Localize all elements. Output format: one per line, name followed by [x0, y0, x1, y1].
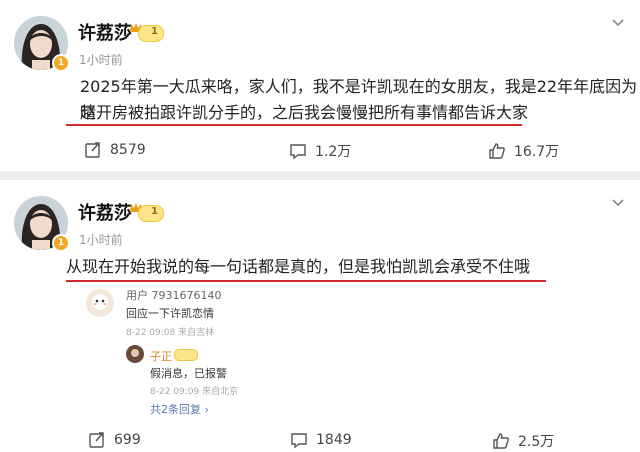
commenter-name: 用户 7931676140: [126, 289, 222, 302]
replier-badge: [174, 349, 198, 361]
reply-text: 假消息，已报警: [150, 367, 227, 380]
comment-icon: [291, 433, 307, 449]
verified-badge: 1: [52, 234, 70, 252]
level-badge: 1: [138, 25, 164, 42]
comment-icon: [290, 144, 306, 160]
repost-count: 8579: [110, 142, 146, 158]
post-text-line-2: 晴开房被拍跟许凯分手的，之后我会慢慢把所有事情都告诉大家: [80, 103, 529, 122]
comment-button[interactable]: 1.2万: [289, 141, 351, 161]
level-number: 1: [151, 206, 158, 217]
repost-button[interactable]: 699: [88, 431, 141, 449]
level-number: 1: [151, 26, 158, 37]
like-count: 2.5万: [518, 434, 555, 450]
reply-meta: 8-22 09:09 来自北京: [150, 387, 239, 397]
like-count: 16.7万: [514, 144, 560, 160]
comment-meta: 8-22 09:08 来自吉林: [126, 328, 215, 338]
commenter-avatar: [86, 289, 114, 317]
like-button[interactable]: 16.7万: [488, 141, 559, 161]
repost-count: 699: [114, 432, 141, 448]
chevron-down-icon[interactable]: [610, 14, 626, 30]
repost-button[interactable]: 8579: [84, 141, 146, 159]
username[interactable]: 许荔莎: [78, 199, 132, 225]
level-badge: 1: [138, 205, 164, 222]
post-time: 1小时前: [79, 233, 123, 247]
repost-icon: [85, 142, 100, 158]
weibo-post-1: 1 许荔莎 1 1小时前 2025年第一大瓜来咯，家人们，我不是许凯现在的女朋友…: [0, 0, 640, 171]
red-underline: [66, 124, 522, 126]
comment-button[interactable]: 1849: [290, 431, 352, 449]
like-button[interactable]: 2.5万: [492, 431, 554, 451]
repost-icon: [89, 432, 104, 448]
thumbs-up-icon: [493, 433, 509, 449]
thumbs-up-icon: [489, 143, 505, 159]
quoted-comment[interactable]: 用户 7931676140 回应一下许凯恋情 8-22 09:08 来自吉林 子…: [86, 287, 640, 427]
username[interactable]: 许荔莎: [78, 19, 132, 45]
more-replies-link[interactable]: 共2条回复 ›: [150, 401, 209, 417]
verified-badge: 1: [52, 54, 70, 72]
comment-count: 1.2万: [315, 144, 352, 160]
red-underline: [66, 280, 546, 282]
post-text-line-1: 从现在开始我说的每一句话都是真的，但是我怕凯凯会承受不住哦: [66, 257, 531, 276]
comment-count: 1849: [316, 432, 352, 448]
replier-avatar: [126, 345, 144, 363]
comment-text: 回应一下许凯恋情: [126, 307, 214, 320]
replier-name: 子正: [150, 350, 172, 363]
chevron-down-icon[interactable]: [610, 194, 626, 210]
post-time: 1小时前: [79, 53, 123, 67]
